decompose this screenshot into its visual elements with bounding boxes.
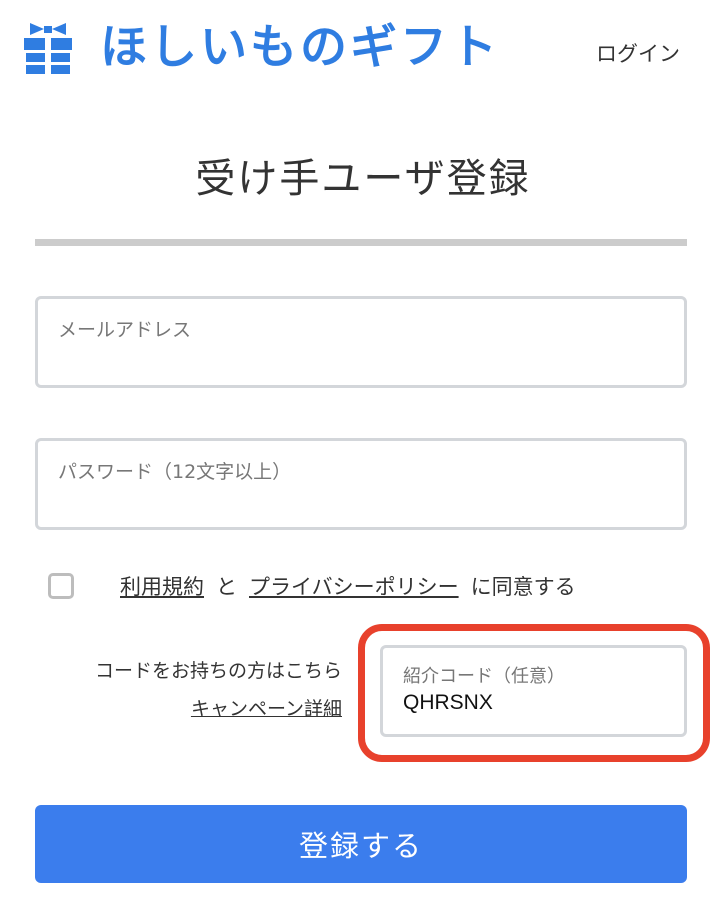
- agreement-checkbox[interactable]: [48, 573, 74, 599]
- login-link[interactable]: ログイン: [596, 38, 680, 68]
- campaign-details-link[interactable]: キャンペーン詳細: [191, 694, 342, 721]
- title-divider: [35, 239, 687, 246]
- logo-text: ほしいものギフト: [100, 20, 500, 75]
- page-title: 受け手ユーザ登録: [195, 156, 531, 202]
- referral-code-note: コードをお持ちの方はこちら: [94, 660, 342, 682]
- email-field[interactable]: メールアドレス: [35, 296, 687, 388]
- password-field[interactable]: パスワード（12文字以上）: [35, 438, 687, 530]
- password-input[interactable]: [56, 487, 666, 517]
- site-logo[interactable]: ほしいものギフト: [22, 20, 500, 76]
- referral-code-input[interactable]: [403, 688, 666, 718]
- password-field-label: パスワード（12文字以上）: [58, 461, 292, 483]
- email-input[interactable]: [56, 345, 666, 375]
- agreement-row: 利用規約 と プライバシーポリシー に同意する: [48, 568, 576, 604]
- terms-link[interactable]: 利用規約: [120, 571, 204, 601]
- registration-page: ほしいものギフト ログイン 受け手ユーザ登録 メールアドレス パスワード（12文…: [0, 0, 726, 920]
- site-header: ほしいものギフト ログイン: [0, 0, 726, 100]
- referral-code-label: 紹介コード（任意）: [403, 666, 565, 687]
- gift-box-icon: [24, 23, 72, 74]
- agreement-suffix-text: に同意する: [470, 575, 576, 599]
- email-field-label: メールアドレス: [58, 319, 192, 341]
- agreement-and-text: と: [216, 575, 237, 599]
- referral-code-field[interactable]: 紹介コード（任意）: [380, 645, 687, 737]
- privacy-policy-link[interactable]: プライバシーポリシー: [249, 571, 459, 601]
- register-button[interactable]: 登録する: [35, 805, 687, 883]
